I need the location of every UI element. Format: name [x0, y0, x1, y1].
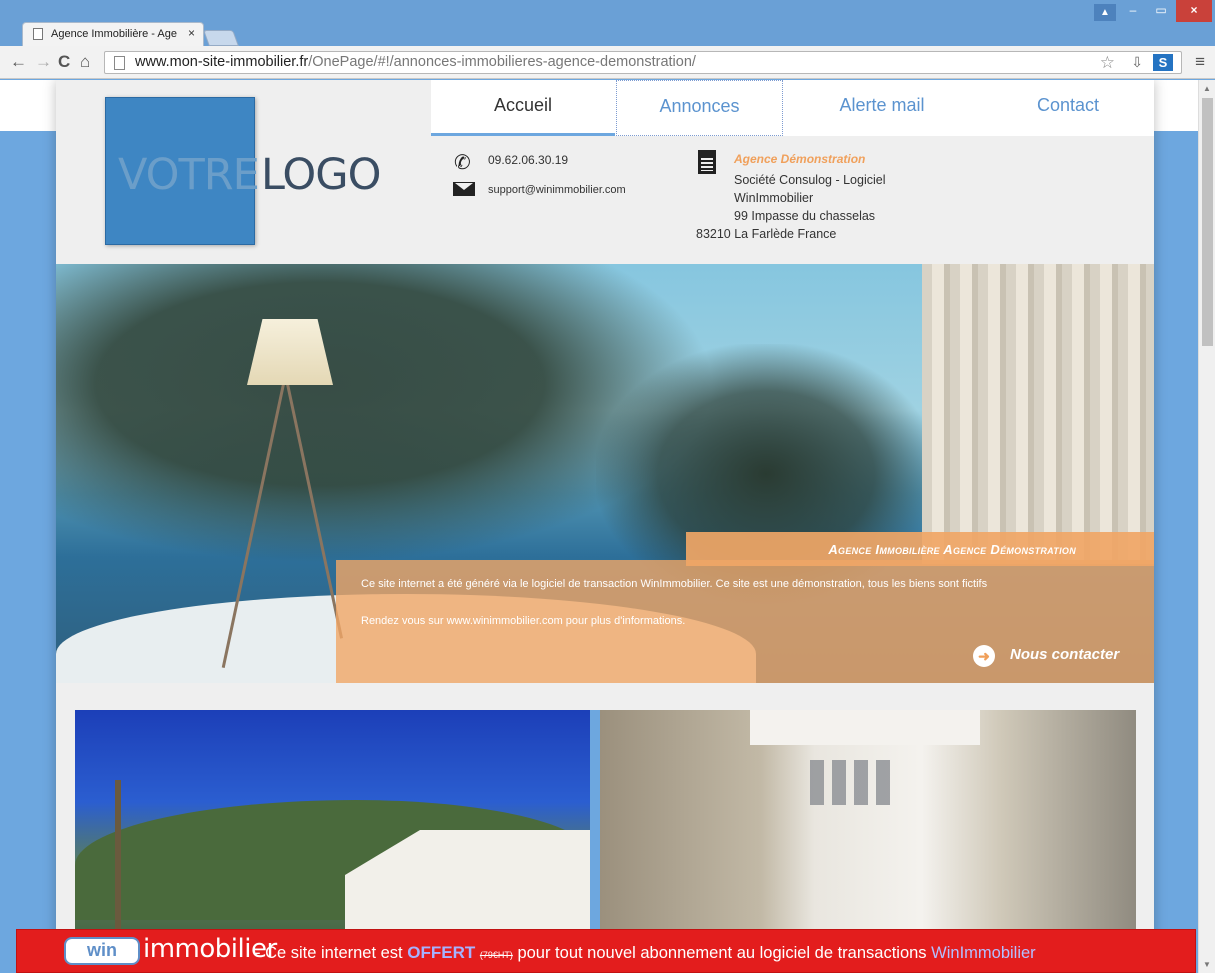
agency-address-line: Société Consulog - Logiciel [734, 173, 886, 187]
arrow-right-icon[interactable]: ➜ [973, 645, 995, 667]
email-address[interactable]: support@winimmobilier.com [488, 184, 626, 196]
minimize-button[interactable]: – [1120, 0, 1146, 22]
page-viewport: VOTRE LOGO Accueil Annonces Alerte mail … [0, 80, 1198, 973]
back-icon[interactable]: ← [10, 52, 27, 72]
agency-name: Agence Démonstration [734, 152, 866, 166]
menu-alerte-mail[interactable]: Alerte mail [797, 80, 967, 136]
logo-word-votre[interactable]: VOTRE [118, 150, 260, 200]
browser-toolbar: ← → C ⌂ www.mon-site-immobilier.fr/OnePa… [0, 46, 1215, 79]
promo-logo-box: win [64, 937, 140, 965]
photo-chandelier [810, 760, 895, 805]
close-window-button[interactable]: × [1176, 0, 1212, 22]
promo-bar[interactable]: win immobilier - Ce site internet est OF… [16, 929, 1196, 973]
promo-brand-link[interactable]: WinImmobilier [931, 944, 1036, 962]
close-tab-icon[interactable]: × [188, 26, 195, 40]
hero-curtain [922, 264, 1154, 564]
maximize-button[interactable]: ▭ [1148, 0, 1174, 22]
page-scrollbar[interactable]: ▲ ▼ [1198, 80, 1215, 973]
tab-title: Agence Immobilière - Age [51, 28, 177, 40]
promo-offert: OFFERT [407, 943, 476, 962]
hero-banner: Agence Immobilière Agence Démonstration … [56, 264, 1154, 683]
agency-address: Société Consulog - Logiciel WinImmobilie… [696, 171, 906, 243]
download-icon[interactable]: ⇩ [1131, 52, 1143, 73]
agency-address-line: 83210 La Farlède France [696, 227, 837, 241]
hero-title: Agence Immobilière Agence Démonstration [828, 542, 1076, 557]
scroll-down-icon[interactable]: ▼ [1203, 960, 1211, 969]
bookmark-star-icon[interactable]: ☆ [1100, 52, 1115, 73]
extension-icon[interactable]: S [1153, 54, 1173, 71]
hero-info-link-text: Rendez vous sur www.winimmobilier.com po… [361, 615, 686, 627]
new-tab-button[interactable] [203, 30, 239, 46]
menu-annonces[interactable]: Annonces [616, 80, 783, 136]
browser-menu-icon[interactable]: ≡ [1195, 52, 1205, 72]
agency-address-line: 99 Impasse du chasselas [734, 209, 876, 223]
browser-tab[interactable]: Agence Immobilière - Age × [22, 22, 204, 46]
photo-ceiling [750, 710, 980, 745]
scroll-thumb[interactable] [1202, 98, 1213, 346]
reload-icon[interactable]: C [58, 52, 70, 72]
main-menu: Accueil Annonces Alerte mail Contact [431, 80, 1154, 136]
url-host: www.mon-site-immobilier.fr [135, 54, 309, 70]
user-icon[interactable]: ▲ [1094, 4, 1116, 21]
promo-old-price: (79€HT) [479, 950, 513, 960]
menu-contact[interactable]: Contact [983, 80, 1153, 136]
page-icon [33, 28, 43, 40]
mail-icon [453, 182, 475, 196]
home-icon[interactable]: ⌂ [80, 52, 90, 72]
site-page: VOTRE LOGO Accueil Annonces Alerte mail … [56, 80, 1154, 973]
scroll-up-icon[interactable]: ▲ [1203, 84, 1211, 93]
address-bar[interactable]: www.mon-site-immobilier.fr/OnePage/#!/an… [104, 51, 1182, 74]
promo-text-before: - Ce site internet est [255, 944, 403, 962]
promo-text: - Ce site internet est OFFERT (79€HT) po… [255, 943, 1036, 963]
menu-accueil[interactable]: Accueil [431, 80, 615, 136]
hero-description: Ce site internet a été généré via le log… [361, 578, 988, 590]
phone-number[interactable]: 09.62.06.30.19 [488, 153, 568, 167]
contact-us-button[interactable]: Nous contacter [1010, 646, 1119, 663]
browser-titlebar: Agence Immobilière - Age × ▲ – ▭ × [0, 0, 1215, 50]
hero-text-box: Ce site internet a été généré via le log… [336, 560, 1154, 683]
agency-address-line: WinImmobilier [734, 191, 814, 205]
phone-icon: ✆ [454, 152, 471, 174]
url-path: /OnePage/#!/annonces-immobilieres-agence… [308, 54, 696, 70]
forward-icon[interactable]: → [35, 52, 52, 72]
promo-text-after: pour tout nouvel abonnement au logiciel … [517, 944, 927, 962]
page-icon [114, 56, 125, 70]
logo-word-logo[interactable]: LOGO [261, 150, 381, 200]
